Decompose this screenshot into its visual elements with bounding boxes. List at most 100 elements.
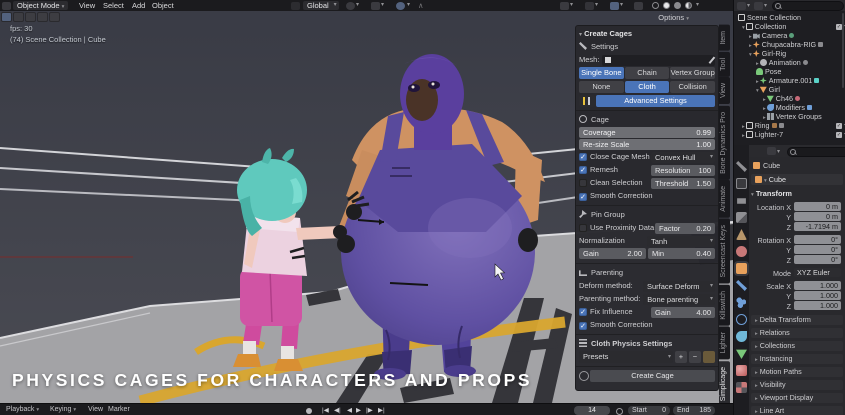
normalization-dropdown[interactable]: Tanh▾: [647, 236, 715, 247]
pivot-point-icon[interactable]: [346, 2, 355, 10]
outliner-row-lighter-7[interactable]: ▸Lighter-7 ✓: [734, 130, 845, 139]
collision-button[interactable]: Collision: [670, 81, 715, 93]
outliner-row-vertex-groups[interactable]: ▸Vertex Groups: [734, 112, 845, 121]
section-delta-transform[interactable]: ▸Delta Transform: [751, 315, 843, 325]
next-keyframe-button[interactable]: |▶: [366, 406, 373, 414]
section-line-art[interactable]: ▸Line Art: [751, 406, 843, 415]
menu-add[interactable]: Add: [132, 1, 145, 10]
proportional-editing-icon[interactable]: [396, 2, 405, 10]
shading-rendered-icon[interactable]: [685, 2, 692, 9]
scene-icon[interactable]: [736, 229, 747, 240]
fix-influence-checkbox[interactable]: ✓: [579, 308, 587, 316]
settings-header[interactable]: Settings: [579, 41, 715, 53]
tab-simplicage[interactable]: Simplicage: [719, 361, 730, 403]
view-menu[interactable]: View: [88, 406, 103, 413]
properties-editor-type-icon[interactable]: [767, 147, 776, 155]
keying-menu[interactable]: Keying ▾: [50, 406, 76, 413]
shading-wireframe-icon[interactable]: [652, 2, 659, 9]
section-collections[interactable]: ▸Collections: [751, 341, 843, 351]
outliner-row-scene-collection[interactable]: Scene Collection: [734, 13, 845, 22]
transform-panel-header[interactable]: ▾ Transform: [751, 189, 792, 198]
playback-menu[interactable]: Playback ▾: [6, 406, 39, 413]
vertex-group-button[interactable]: Vertex Group: [670, 67, 715, 79]
options-dropdown[interactable]: Options ▾: [658, 13, 689, 22]
object-data-icon[interactable]: [736, 348, 747, 359]
rotation-mode-dropdown[interactable]: XYZ Euler: [794, 268, 841, 277]
preset-folder-button[interactable]: [703, 351, 715, 363]
chain-button[interactable]: Chain: [625, 67, 670, 79]
resize-scale-slider[interactable]: Re-size Scale1.00: [579, 139, 715, 150]
rotation-y-field[interactable]: 0°: [794, 245, 841, 254]
outliner-row-ch46[interactable]: ▸Ch46: [734, 94, 845, 103]
section-instancing[interactable]: ▸Instancing: [751, 354, 843, 364]
rotation-z-field[interactable]: 0°: [794, 255, 841, 264]
menu-object[interactable]: Object: [152, 1, 174, 10]
modifiers-icon[interactable]: [736, 280, 747, 291]
location-z-field[interactable]: -1.7194 m: [794, 222, 841, 231]
outliner-row-modifiers[interactable]: ▸Modifiers: [734, 103, 845, 112]
tab-tool[interactable]: Tool: [719, 52, 730, 77]
location-x-field[interactable]: 0 m: [794, 202, 841, 211]
gain-field[interactable]: Gain2.00: [579, 248, 646, 259]
outliner-row-pose[interactable]: Pose: [734, 67, 845, 76]
object-icon[interactable]: [736, 263, 747, 274]
cloth-settings-header[interactable]: Cloth Physics Settings: [579, 338, 715, 350]
cage-section-header[interactable]: Cage: [579, 114, 715, 126]
tool-icon-2[interactable]: [13, 12, 24, 22]
jump-start-button[interactable]: |◀: [322, 406, 329, 414]
physics-icon[interactable]: [736, 314, 747, 325]
start-frame-field[interactable]: Start0: [628, 406, 670, 415]
scale-z-field[interactable]: 1.000: [794, 301, 841, 310]
display-mode-icon[interactable]: [754, 2, 763, 10]
view-layer-icon[interactable]: [736, 212, 747, 223]
min-field[interactable]: Min0.40: [648, 248, 715, 259]
overlays-icon[interactable]: [585, 2, 594, 10]
material-icon[interactable]: [736, 365, 747, 376]
close-cage-checkbox[interactable]: ✓: [579, 153, 587, 161]
outliner-row-chupacabra-rig[interactable]: ▸Chupacabra-RIG: [734, 40, 845, 49]
play-reverse-button[interactable]: ◀: [347, 406, 352, 414]
factor-field[interactable]: Factor0.20: [655, 223, 715, 234]
clean-selection-checkbox[interactable]: [579, 179, 587, 187]
section-motion-paths[interactable]: ▸Motion Paths: [751, 367, 843, 377]
presets-dropdown[interactable]: Presets▾: [579, 351, 673, 363]
menu-select[interactable]: Select: [103, 1, 124, 10]
section-relations[interactable]: ▸Relations: [751, 328, 843, 338]
render-icon[interactable]: [736, 178, 747, 189]
menu-view[interactable]: View: [79, 1, 95, 10]
falloff-icon[interactable]: ∧: [418, 1, 424, 10]
end-frame-field[interactable]: End185: [673, 406, 715, 415]
outliner-row-girl[interactable]: ▾Girl: [734, 85, 845, 94]
exclude-checkbox[interactable]: ✓: [836, 132, 842, 138]
tool-icon-3[interactable]: [25, 12, 36, 22]
marker-menu[interactable]: Marker: [108, 406, 130, 413]
coverage-slider[interactable]: Coverage0.99: [579, 127, 715, 138]
object-name-row[interactable]: ▾ Cube: [751, 174, 843, 185]
outliner-row-camera[interactable]: ▸Camera: [734, 31, 845, 40]
outliner-row-collection[interactable]: ▾Collection ✓: [734, 22, 845, 31]
tool-icon-4[interactable]: [37, 12, 48, 22]
tool-icon-5[interactable]: [49, 12, 60, 22]
create-cage-button[interactable]: Create Cage: [590, 370, 715, 382]
outliner-row-armature-001[interactable]: ▸Armature.001: [734, 76, 845, 85]
outliner-row-girl-rig[interactable]: ▾Girl-Rig: [734, 49, 845, 58]
shading-material-icon[interactable]: [674, 2, 681, 9]
pin-group-header[interactable]: Pin Group: [579, 209, 715, 221]
smooth-correction-checkbox[interactable]: ✓: [579, 193, 587, 201]
cloth-button[interactable]: Cloth: [625, 81, 670, 93]
outliner-scrollbar[interactable]: [842, 13, 844, 88]
outliner-search[interactable]: [772, 1, 844, 11]
xray-icon[interactable]: [610, 2, 619, 10]
shading-solid-icon[interactable]: [663, 2, 670, 9]
resolution-field[interactable]: Resolution100: [651, 165, 715, 176]
editor-type-icon[interactable]: [2, 2, 11, 10]
current-frame-field[interactable]: 14: [574, 406, 610, 415]
section-viewport-display[interactable]: ▸Viewport Display: [751, 393, 843, 403]
tab-killswitch[interactable]: Killswitch: [719, 285, 730, 326]
snap-magnet-icon[interactable]: [371, 2, 380, 10]
outliner-row-ring[interactable]: ▸Ring ✓: [734, 121, 845, 130]
particles-icon[interactable]: [736, 297, 747, 308]
parenting-smooth-checkbox[interactable]: ✓: [579, 322, 587, 330]
gizmo-icon[interactable]: [560, 2, 569, 10]
single-bone-button[interactable]: Single Bone: [579, 67, 624, 79]
